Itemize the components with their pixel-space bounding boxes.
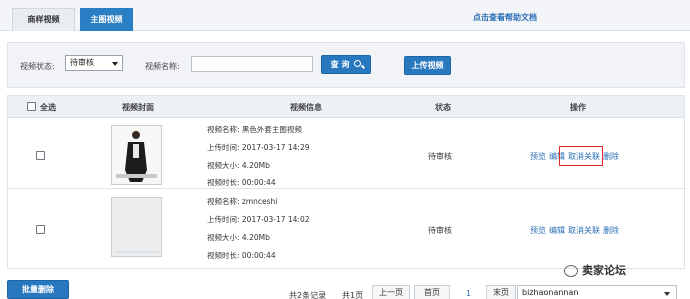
select-all-checkbox[interactable] — [27, 102, 36, 111]
watermark: 卖家论坛 — [564, 262, 626, 278]
table-row: 视频名称: zmnceshi 上传时间: 2017-03-17 14:02 视频… — [8, 189, 684, 269]
query-button[interactable]: 查 询 — [321, 55, 371, 74]
row-checkbox[interactable] — [36, 151, 45, 160]
chevron-down-icon — [664, 292, 670, 296]
status-label: 视频状态: — [20, 62, 55, 71]
upload-video-button[interactable]: 上传视频 — [404, 56, 451, 75]
help-doc-link[interactable]: 点击查看帮助文档 — [473, 12, 537, 23]
preview-link[interactable]: 预览 — [530, 226, 546, 235]
batch-delete-button[interactable]: 批量删除 — [7, 280, 69, 299]
header-status: 状态 — [435, 103, 451, 112]
delete-link[interactable]: 删除 — [603, 226, 619, 235]
user-select[interactable]: bizhaonannan — [517, 285, 677, 299]
current-page-number[interactable]: 1 — [466, 289, 471, 298]
status-text: 待审核 — [428, 226, 452, 235]
chevron-down-icon — [112, 62, 118, 66]
status-select-value: 待审核 — [70, 58, 94, 67]
unlink-link[interactable]: 取消关联 — [568, 226, 600, 235]
row-checkbox[interactable] — [36, 225, 45, 234]
header-select-all: 全选 — [40, 103, 56, 112]
first-page-button[interactable]: 首页 — [414, 285, 450, 299]
row-actions: 预览 编辑 取消关联 删除 — [530, 225, 622, 236]
filter-panel: 视频状态: 待审核 视频名称: 查 询 上传视频 — [7, 42, 685, 88]
video-size-text: 视频大小: 4.20Mb — [207, 161, 270, 170]
last-page-button[interactable]: 末页 — [486, 285, 516, 299]
model-photo-icon — [112, 126, 161, 184]
blank-cover-icon — [112, 198, 161, 256]
video-cover-thumbnail[interactable] — [111, 125, 162, 185]
video-table: 全选 视频封面 视频信息 状态 操作 视频名称: 黑色外套主图视频 上传时间: … — [7, 95, 685, 269]
total-records-text: 共2条记录 — [289, 291, 327, 299]
upload-time-text: 上传时间: 2017-03-17 14:29 — [207, 143, 310, 152]
watermark-text: 卖家论坛 — [582, 264, 626, 277]
wechat-icon — [564, 265, 578, 277]
query-button-label: 查 询 — [330, 60, 350, 69]
video-name-text: 视频名称: 黑色外套主图视频 — [207, 125, 302, 134]
search-icon — [354, 60, 362, 67]
video-management-page: 商样视频 主图视频 点击查看帮助文档 视频状态: 待审核 视频名称: 查 询 上… — [0, 0, 690, 299]
total-pages-text: 共1页 — [342, 291, 364, 299]
tab-bar: 商样视频 主图视频 点击查看帮助文档 — [0, 0, 690, 31]
video-cover-thumbnail[interactable] — [111, 197, 162, 257]
video-duration-text: 视频时长: 00:00:44 — [207, 178, 276, 187]
header-info: 视频信息 — [290, 103, 322, 112]
video-size-text: 视频大小: 4.20Mb — [207, 233, 270, 242]
status-select[interactable]: 待审核 — [65, 55, 123, 71]
unlink-highlight-box — [559, 146, 603, 166]
preview-link[interactable]: 预览 — [530, 152, 546, 161]
video-duration-text: 视频时长: 00:00:44 — [207, 251, 276, 260]
video-name-text: 视频名称: zmnceshi — [207, 197, 278, 206]
tab-main-video[interactable]: 主图视频 — [80, 8, 133, 31]
delete-link[interactable]: 删除 — [603, 152, 619, 161]
video-name-input[interactable] — [191, 56, 313, 72]
upload-time-text: 上传时间: 2017-03-17 14:02 — [207, 215, 310, 224]
user-name-text: bizhaonannan — [522, 288, 579, 297]
header-action: 操作 — [570, 103, 586, 112]
status-text: 待审核 — [428, 152, 452, 161]
prev-page-button[interactable]: 上一页 — [372, 285, 410, 299]
header-cover: 视频封面 — [122, 103, 154, 112]
tab-sample-video[interactable]: 商样视频 — [12, 8, 75, 31]
table-header: 全选 视频封面 视频信息 状态 操作 — [8, 96, 684, 118]
video-name-label: 视频名称: — [145, 62, 180, 71]
edit-link[interactable]: 编辑 — [549, 226, 565, 235]
